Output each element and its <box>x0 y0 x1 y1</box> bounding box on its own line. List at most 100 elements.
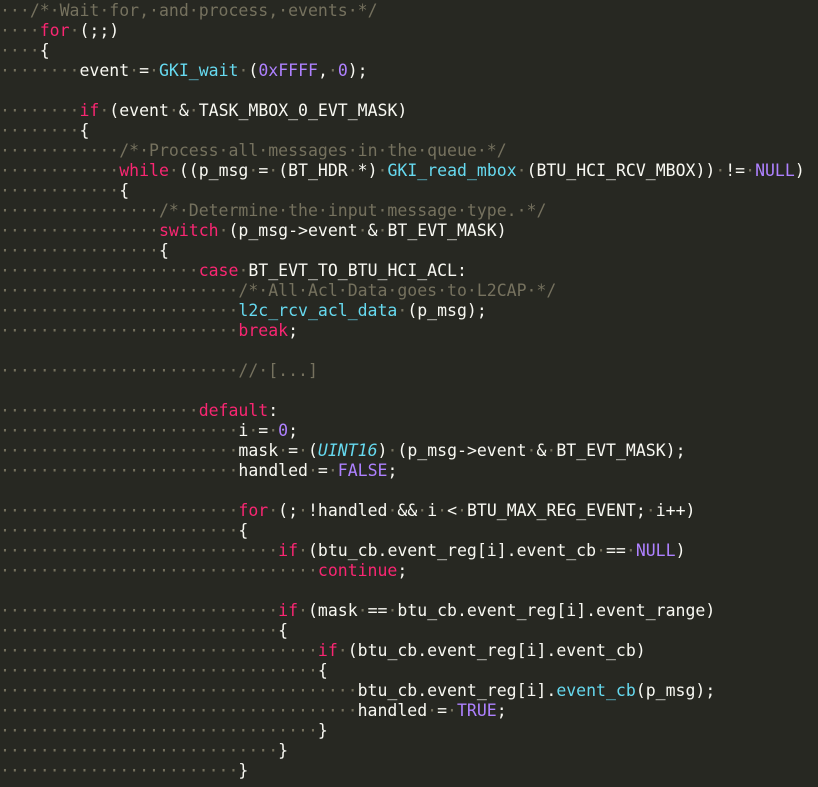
code-line[interactable] <box>0 381 818 401</box>
code-token: for <box>39 21 70 40</box>
whitespace-marker: · <box>347 161 358 180</box>
code-token: mask <box>238 441 279 460</box>
whitespace-marker: ································ <box>0 561 318 580</box>
code-line[interactable] <box>0 341 818 361</box>
whitespace-marker: ························ <box>0 501 239 520</box>
code-token: } <box>317 721 328 740</box>
whitespace-marker: · <box>268 421 279 440</box>
code-line[interactable]: ························break; <box>0 321 818 341</box>
whitespace-marker: · <box>298 601 308 620</box>
code-token: (BT_HDR <box>278 161 348 180</box>
code-token: ; <box>288 321 299 340</box>
whitespace-marker: ············ <box>0 181 120 200</box>
code-line[interactable]: ····························if·(btu_cb.e… <box>0 541 818 561</box>
whitespace-marker: · <box>625 541 636 560</box>
code-line[interactable]: ····························if·(mask·==·… <box>0 601 818 621</box>
code-line[interactable]: ····································hand… <box>0 701 818 721</box>
whitespace-marker: · <box>248 161 259 180</box>
code-line[interactable]: ················switch·(p_msg->event·&·B… <box>0 221 818 241</box>
code-token: if <box>317 641 338 660</box>
code-line[interactable]: ························{ <box>0 521 818 541</box>
code-token: = <box>288 441 299 460</box>
code-editor[interactable]: ···/*·Wait·for,·and·process,·events·*/··… <box>0 0 818 787</box>
code-line[interactable]: ····for·(;;) <box>0 21 818 41</box>
code-line[interactable]: ························//·[...] <box>0 361 818 381</box>
code-token: (BTU_HCI_RCV_MBOX)) <box>526 161 716 180</box>
whitespace-marker: ························ <box>0 761 239 780</box>
whitespace-marker: · <box>645 501 656 520</box>
code-token: case <box>198 261 239 280</box>
code-line[interactable] <box>0 81 818 101</box>
whitespace-marker: · <box>387 441 398 460</box>
code-line[interactable]: ····································btu_… <box>0 681 818 701</box>
whitespace-marker: ································ <box>0 661 318 680</box>
code-token: BTU_MAX_REG_EVENT; <box>466 501 646 520</box>
code-token: btu_cb.event_reg[i]. <box>357 681 557 700</box>
code-line[interactable]: ········if·(event·&·TASK_MBOX_0_EVT_MASK… <box>0 101 818 121</box>
code-line[interactable]: ····················default: <box>0 401 818 421</box>
whitespace-marker: · <box>546 441 557 460</box>
code-token: while <box>119 161 169 180</box>
whitespace-marker: ········ <box>0 61 80 80</box>
code-token: event_cb <box>556 681 636 700</box>
code-token: GKI_read_mbox <box>387 161 517 180</box>
code-line[interactable]: ····························} <box>0 741 818 761</box>
code-line[interactable]: ····················case·BT_EVT_TO_BTU_H… <box>0 261 818 281</box>
whitespace-marker: · <box>238 261 249 280</box>
code-line[interactable]: ································if·(btu_… <box>0 641 818 661</box>
whitespace-marker: ························ <box>0 301 239 320</box>
code-line[interactable]: ························for·(;·!handled·… <box>0 501 818 521</box>
code-token: , <box>317 61 328 80</box>
whitespace-marker: · <box>298 441 308 460</box>
code-line[interactable]: ············while·((p_msg·=·(BT_HDR·*)·G… <box>0 161 818 181</box>
whitespace-marker: · <box>526 441 537 460</box>
code-line[interactable]: ························mask·=·(UINT16)·… <box>0 441 818 461</box>
code-line[interactable]: ····························{ <box>0 621 818 641</box>
code-line[interactable]: ································{ <box>0 661 818 681</box>
code-token: ; <box>397 561 408 580</box>
code-token: i++) <box>655 501 696 520</box>
code-line[interactable]: ························} <box>0 761 818 781</box>
code-line[interactable]: ························/*·All·Acl·Data·… <box>0 281 818 301</box>
whitespace-marker: ···················· <box>0 261 199 280</box>
whitespace-marker: · <box>745 161 756 180</box>
whitespace-marker: ························ <box>0 421 239 440</box>
code-line[interactable]: ····{ <box>0 41 818 61</box>
code-line[interactable]: ························l2c_rcv_acl_data… <box>0 301 818 321</box>
whitespace-marker: ························ <box>0 461 239 480</box>
whitespace-marker: ···························· <box>0 601 279 620</box>
code-token: != <box>725 161 746 180</box>
code-line[interactable]: ················/*·Determine·the·input·m… <box>0 201 818 221</box>
code-line[interactable]: ········event·=·GKI_wait·(0xFFFF,·0); <box>0 61 818 81</box>
code-token: for <box>238 501 269 520</box>
whitespace-marker: · <box>337 641 348 660</box>
whitespace-marker: · <box>437 501 448 520</box>
whitespace-marker: ···························· <box>0 621 279 640</box>
code-line[interactable]: ························handled·=·FALSE; <box>0 461 818 481</box>
code-line[interactable]: ···/*·Wait·for,·and·process,·events·*/ <box>0 1 818 21</box>
whitespace-marker: ················ <box>0 241 159 260</box>
whitespace-marker: · <box>268 501 279 520</box>
code-line[interactable]: ························i·=·0; <box>0 421 818 441</box>
whitespace-marker: · <box>268 161 279 180</box>
code-token: /*·All·Acl·Data·goes·to·L2CAP·*/ <box>238 281 557 300</box>
code-line[interactable] <box>0 581 818 601</box>
code-line[interactable]: ································} <box>0 721 818 741</box>
code-line[interactable]: ································continue… <box>0 561 818 581</box>
code-line[interactable]: ················{ <box>0 241 818 261</box>
code-line[interactable]: ············{ <box>0 181 818 201</box>
whitespace-marker: · <box>168 101 179 120</box>
code-token: 0 <box>278 421 289 440</box>
code-line[interactable] <box>0 481 818 501</box>
code-line[interactable]: ············/*·Process·all·messages·in·t… <box>0 141 818 161</box>
whitespace-marker: · <box>387 501 398 520</box>
whitespace-marker: ··· <box>0 1 30 20</box>
code-token: FALSE <box>337 461 388 480</box>
whitespace-marker: · <box>218 221 229 240</box>
code-token: (; <box>278 501 299 520</box>
whitespace-marker: ································ <box>0 641 318 660</box>
code-token: { <box>79 121 90 140</box>
code-token: = <box>258 421 269 440</box>
code-line[interactable]: ········{ <box>0 121 818 141</box>
whitespace-marker: · <box>168 161 179 180</box>
